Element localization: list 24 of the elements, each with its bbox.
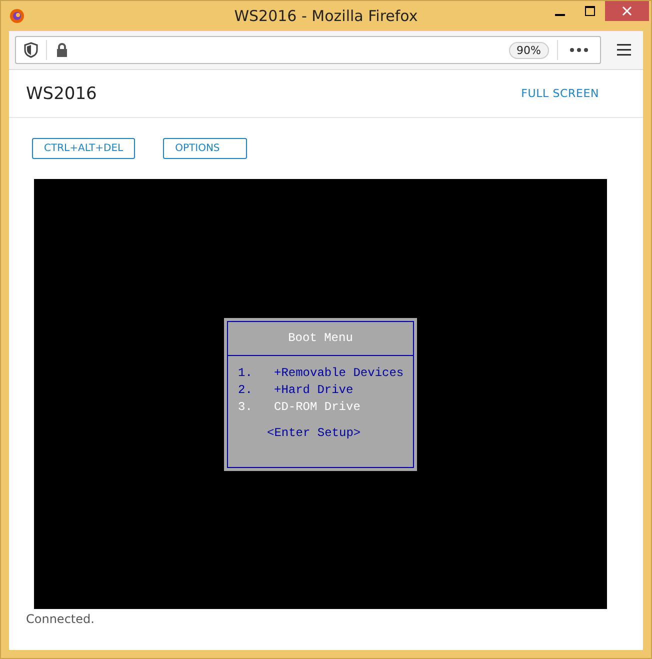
console-screen[interactable]: Boot Menu 1. +Removable Devices 2. +Hard Drive 3. CD-ROM Drive <Enter Setup> <box>34 179 607 609</box>
boot-item-label[interactable]: +Hard Drive <box>274 383 354 397</box>
connection-status: Connected. <box>25 611 96 626</box>
maximize-icon[interactable] <box>585 6 595 16</box>
window-title: WS2016 - Mozilla Firefox <box>233 7 419 25</box>
browser-logo-icon <box>9 8 25 24</box>
more-icon[interactable] <box>570 48 588 52</box>
console-button[interactable]: OPTIONS <box>163 138 248 159</box>
boot-item-number: 2. <box>238 383 254 397</box>
page-title: WS2016 <box>26 84 97 104</box>
boot-item-label[interactable]: +Removable Devices <box>274 366 404 380</box>
boot-item-number: 1. <box>238 366 254 380</box>
enter-setup-option[interactable]: <Enter Setup> <box>267 426 413 440</box>
boot-menu-title: Boot Menu <box>228 322 413 356</box>
boot-item-number: 3. <box>238 400 254 414</box>
menu-icon[interactable] <box>617 44 631 56</box>
address-bar[interactable]: 90% <box>15 36 601 64</box>
close-button[interactable] <box>605 1 649 21</box>
full-screen-link[interactable]: FULL SCREEN <box>521 87 599 100</box>
console-button[interactable]: CTRL+ALT+DEL <box>32 138 136 159</box>
close-icon[interactable] <box>622 6 632 16</box>
lock-icon[interactable] <box>55 42 69 58</box>
shield-icon[interactable] <box>24 42 38 58</box>
zoom-level-badge[interactable]: 90% <box>508 42 549 58</box>
